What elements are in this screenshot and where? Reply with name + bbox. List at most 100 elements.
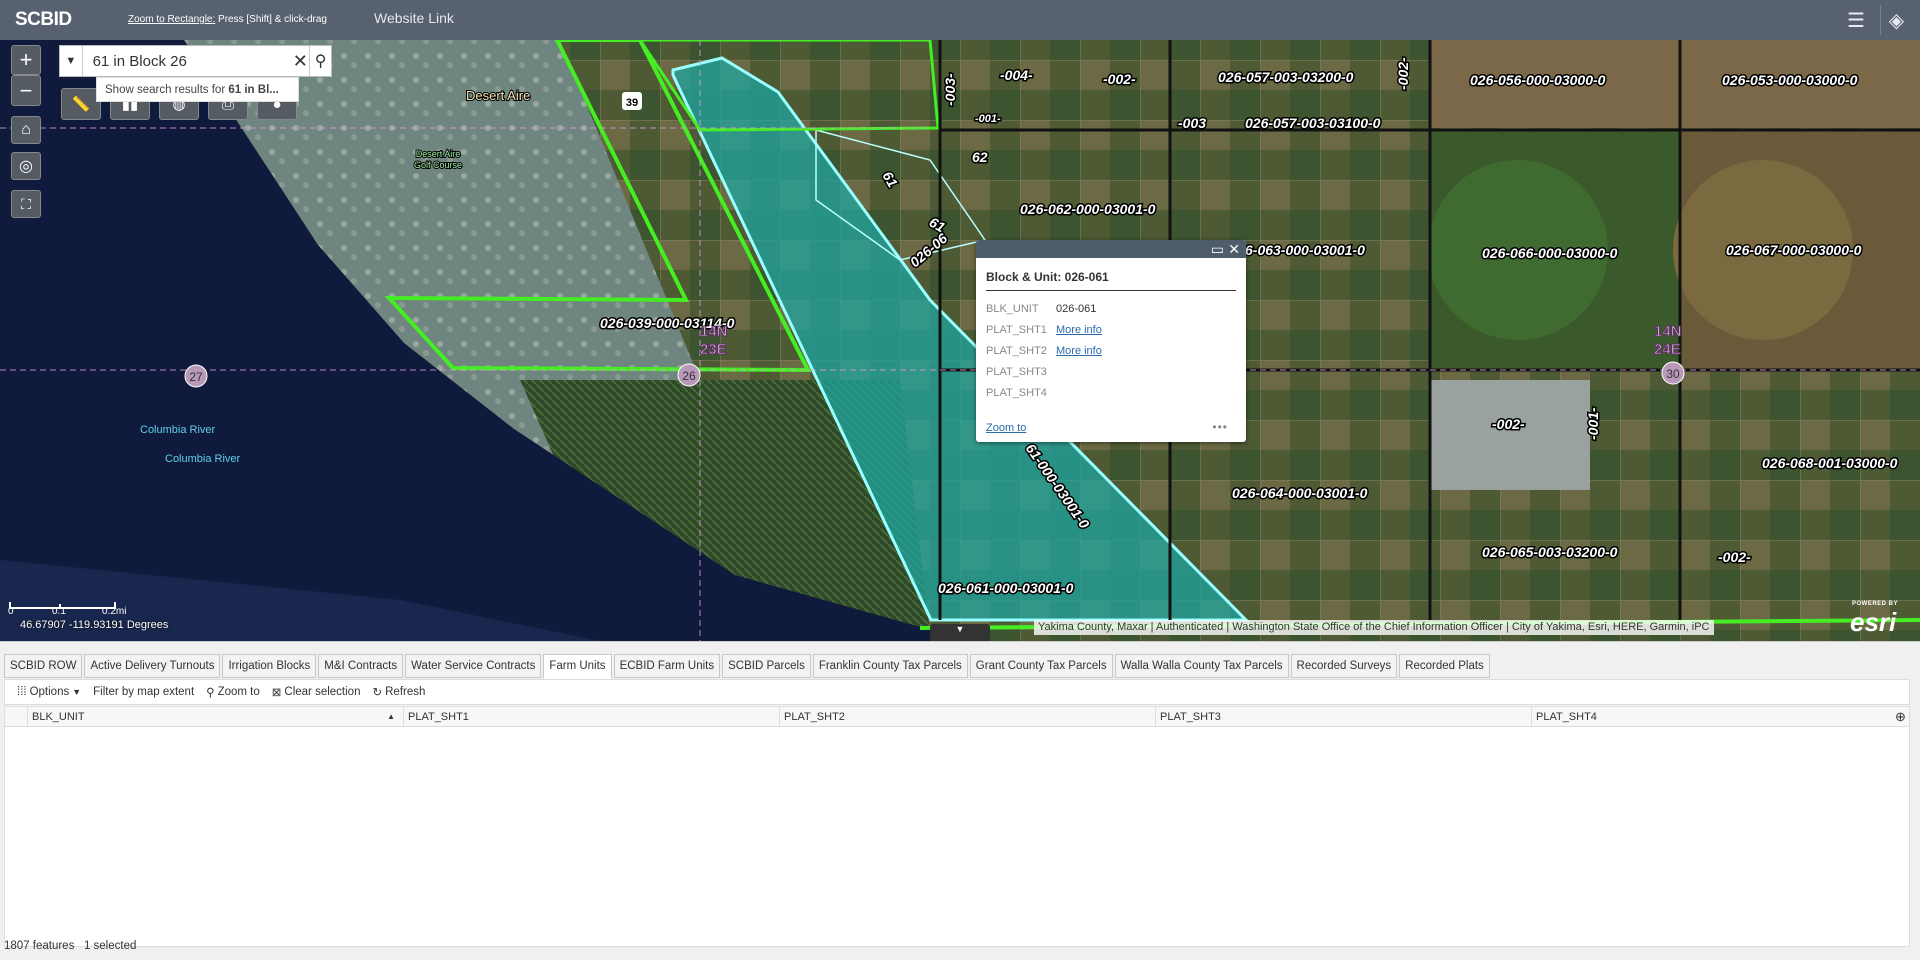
website-link[interactable]: Website Link [374, 10, 454, 26]
zoom-rectangle-hint: Zoom to Rectangle: Press [Shift] & click… [128, 14, 327, 25]
caret-down-icon: ▼ [65, 55, 77, 67]
column-header-blk-unit[interactable]: BLK_UNIT ▲ [27, 707, 403, 727]
parcel-label: 026-057-003-03200-0 [1218, 69, 1354, 85]
scale-end: 0.2mi [102, 606, 126, 617]
clear-search-button[interactable]: ✕ [292, 46, 310, 76]
map-attribution: Yakima County, Maxar | Authenticated | W… [1034, 620, 1714, 635]
more-options-icon[interactable]: ••• [1212, 420, 1228, 434]
suggestion-prefix: Show search results for [105, 84, 229, 96]
suggestion-term: 61 in Bl... [228, 84, 279, 96]
selected-count: 1 selected [83, 940, 137, 952]
app-header: SCBID Zoom to Rectangle: Press [Shift] &… [0, 0, 1920, 40]
parcel-label: 026-065-003-03200-0 [1482, 544, 1618, 560]
search-source-dropdown[interactable]: ▼ [60, 46, 83, 76]
highway-number: 39 [626, 97, 638, 109]
locate-icon: ◎ [19, 158, 33, 175]
options-label: Options [29, 686, 70, 698]
collapse-table-button[interactable]: ▼ [930, 624, 990, 641]
parcel-label: -003- [942, 73, 958, 106]
section-number: 30 [1666, 367, 1680, 381]
options-menu[interactable]: ⁞⁞⁞ Options ▼ [17, 686, 81, 698]
tab-franklin-county-tax-parcels[interactable]: Franklin County Tax Parcels [812, 654, 968, 678]
tab-irrigation-blocks[interactable]: Irrigation Blocks [222, 654, 317, 678]
parcel-label: 026-068-001-03000-0 [1762, 455, 1898, 471]
clear-selection-label: Clear selection [284, 686, 361, 698]
tab-m-i-contracts[interactable]: M&I Contracts [318, 654, 404, 678]
parcel-label: 026-053-000-03000-0 [1722, 72, 1858, 88]
search-suggestion[interactable]: Show search results for 61 in Bl... [96, 77, 299, 102]
tab-recorded-plats[interactable]: Recorded Plats [1399, 654, 1490, 678]
map-view[interactable]: 026-059https://www.usbr.gov/pn/ccao/maps… [0, 0, 1920, 641]
parcel-label: -001- [975, 113, 1001, 125]
column-header-plat-sht2[interactable]: PLAT_SHT2 [779, 707, 1155, 727]
tab-walla-walla-county-tax-parcels[interactable]: Walla Walla County Tax Parcels [1114, 654, 1289, 678]
field-key: BLK_UNIT [986, 302, 1039, 315]
sort-ascending-icon: ▲ [387, 712, 395, 721]
zoom-to-label: Zoom to [217, 686, 260, 698]
range-label: 23E [700, 341, 727, 358]
search-input[interactable] [82, 46, 292, 76]
parcel-label: 62 [972, 149, 988, 165]
attribute-table-panel: SCBID ROW Active Delivery Turnouts Irrigat… [0, 641, 1920, 960]
search-icon: ⚲ [314, 53, 327, 70]
table-header: BLK_UNIT ▲ PLAT_SHT1 PLAT_SHT2 PLAT_SHT3 … [5, 707, 1909, 727]
tab-recorded-surveys[interactable]: Recorded Surveys [1290, 654, 1398, 678]
scale-zero: 0 [8, 606, 14, 617]
parcel-label: -002- [1718, 549, 1751, 565]
refresh-button[interactable]: ↻ Refresh [372, 685, 425, 699]
tab-scbid-row[interactable]: SCBID ROW [4, 654, 83, 678]
maximize-icon[interactable]: ▭ [1211, 240, 1224, 258]
zoom-hint-label: Zoom to Rectangle: [128, 14, 216, 25]
fullscreen-icon: ⛶ [21, 195, 31, 212]
popup-title: Block & Unit: 026-061 [986, 270, 1236, 291]
column-header-plat-sht1[interactable]: PLAT_SHT1 [403, 707, 779, 727]
measure-button[interactable]: 📏 [61, 88, 101, 120]
home-button[interactable]: ⌂ [11, 116, 41, 144]
locate-button[interactable]: ◎ [11, 152, 41, 180]
table-scrollbar[interactable] [1893, 791, 1901, 946]
river-label: Columbia River [165, 453, 241, 465]
grid-icon: ⁞⁞⁞ [17, 686, 27, 698]
popup-zoom-to-link[interactable]: Zoom to [986, 422, 1026, 434]
fullscreen-button[interactable]: ⛶ [11, 190, 41, 218]
zoom-in-button[interactable]: + [11, 45, 41, 75]
field-value: 026-061 [1056, 302, 1097, 315]
pin-icon: ⚲ [206, 687, 215, 699]
column-header-plat-sht3[interactable]: PLAT_SHT3 [1155, 707, 1531, 727]
clear-selection-button[interactable]: ⊠ Clear selection [272, 685, 361, 699]
column-menu-icon[interactable]: ⊕ [1891, 707, 1909, 727]
field-key: PLAT_SHT1 [986, 323, 1047, 336]
search-button[interactable]: ⚲ [309, 46, 331, 76]
layers-icon[interactable]: ◈ [1880, 5, 1912, 35]
parcel-label: -001- [1585, 407, 1601, 440]
caret-down-icon: ▼ [955, 624, 965, 634]
layer-list-icon[interactable]: ☰ [1840, 5, 1872, 35]
table-status: 1807 features 1 selected [4, 940, 136, 952]
zoom-out-button[interactable]: − [11, 75, 41, 106]
tab-water-service-contracts[interactable]: Water Service Contracts [405, 654, 542, 678]
parcel-label: -002- [1103, 71, 1136, 87]
zoom-hint-text: Press [Shift] & click-drag [215, 14, 327, 25]
plat-sht1-link[interactable]: More info [1056, 324, 1102, 336]
feature-count: 1807 features [4, 940, 75, 952]
filter-by-extent-button[interactable]: Filter by map extent [93, 686, 194, 698]
refresh-label: Refresh [385, 686, 426, 698]
tab-scbid-parcels[interactable]: SCBID Parcels [722, 654, 811, 678]
zoom-to-button[interactable]: ⚲ Zoom to [206, 685, 260, 699]
tab-farm-units[interactable]: Farm Units [543, 654, 612, 679]
tab-active-delivery-turnouts[interactable]: Active Delivery Turnouts [84, 654, 221, 678]
range-label: 24E [1654, 341, 1681, 358]
close-popup-icon[interactable]: ✕ [1228, 240, 1240, 258]
ruler-icon: 📏 [71, 96, 91, 113]
parcel-label: 026-062-000-03001-0 [1020, 201, 1156, 217]
plat-sht2-link[interactable]: More info [1056, 345, 1102, 357]
field-key: PLAT_SHT2 [986, 344, 1047, 357]
field-key: PLAT_SHT4 [986, 386, 1047, 399]
column-header-plat-sht4[interactable]: PLAT_SHT4 [1531, 707, 1891, 727]
tab-ecbid-farm-units[interactable]: ECBID Farm Units [613, 654, 721, 678]
refresh-icon: ↻ [372, 687, 383, 699]
parcel-label: -003 [1178, 115, 1206, 131]
column-label: BLK_UNIT [32, 711, 85, 723]
tab-grant-county-tax-parcels[interactable]: Grant County Tax Parcels [969, 654, 1113, 678]
field-value [1056, 382, 1102, 403]
